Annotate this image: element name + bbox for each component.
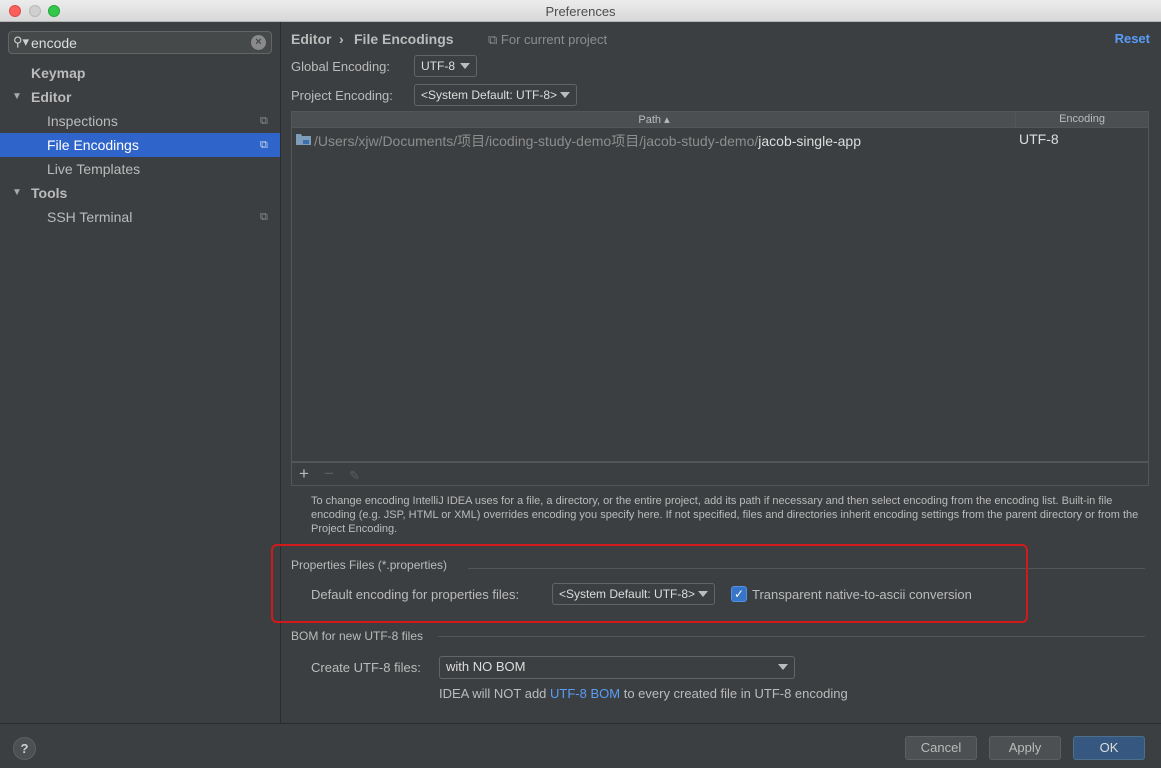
sidebar-item-label: Live Templates: [47, 161, 141, 177]
chevron-down-icon: [698, 591, 708, 597]
sidebar-item-file-encodings[interactable]: File Encodings ⧉: [0, 133, 280, 157]
sidebar-item-inspections[interactable]: Inspections ⧉: [0, 109, 280, 133]
group-divider: [438, 636, 1145, 637]
properties-group-title: Properties Files (*.properties): [291, 558, 448, 572]
encoding-help-text: To change encoding IntelliJ IDEA uses fo…: [311, 495, 1139, 535]
sidebar-item-tools[interactable]: ▼ Tools: [0, 181, 280, 205]
sidebar-item-label: Keymap: [31, 65, 86, 81]
sidebar-item-label: Tools: [31, 185, 68, 201]
project-encoding-value: <System Default: UTF-8>: [421, 88, 558, 102]
reset-link[interactable]: Reset: [1115, 31, 1150, 46]
group-divider: [468, 568, 1145, 569]
edit-icon[interactable]: ✎: [349, 467, 360, 485]
settings-sidebar: ⚲▾ × Keymap ▼ Editor Inspections ⧉ File …: [0, 22, 281, 723]
properties-encoding-value: <System Default: UTF-8>: [559, 587, 696, 601]
window-title: Preferences: [545, 4, 616, 19]
native-to-ascii-checkbox[interactable]: ✓: [731, 586, 747, 602]
global-encoding-label: Global Encoding:: [291, 59, 391, 74]
properties-encoding-select[interactable]: <System Default: UTF-8>: [552, 583, 715, 605]
sidebar-item-editor[interactable]: ▼ Editor: [0, 85, 280, 109]
sidebar-item-label: SSH Terminal: [47, 209, 133, 225]
project-scope-icon: ⧉: [260, 115, 268, 127]
table-row[interactable]: /Users/xjw/Documents/项目/icoding-study-de…: [292, 129, 1148, 149]
for-current-project-label: For current project: [500, 32, 608, 47]
project-encoding-select[interactable]: <System Default: UTF-8>: [414, 84, 577, 106]
module-folder-icon: [296, 134, 311, 145]
clear-search-icon[interactable]: ×: [251, 35, 266, 50]
sidebar-item-live-templates[interactable]: Live Templates: [0, 157, 280, 181]
row-path: /Users/xjw/Documents/项目/icoding-study-de…: [314, 131, 861, 151]
for-current-project-note: ⧉ For current project: [488, 32, 607, 48]
properties-default-label: Default encoding for properties files:: [311, 587, 520, 602]
row-encoding[interactable]: UTF-8: [1019, 131, 1059, 147]
utf8-bom-link[interactable]: UTF-8 BOM: [550, 686, 620, 701]
settings-main-panel: Editor › File Encodings ⧉ For current pr…: [282, 22, 1161, 723]
encoding-mappings-table: Path ▴ Encoding /Users/xjw/Documents/项目/…: [291, 111, 1149, 462]
bom-note-suffix: to every created file in UTF-8 encoding: [620, 686, 848, 701]
row-path-prefix: /Users/xjw/Documents/项目/icoding-study-de…: [314, 133, 759, 149]
search-icon[interactable]: ⚲▾: [13, 34, 29, 50]
breadcrumb-parent[interactable]: Editor: [291, 31, 331, 47]
project-scope-icon: ⧉: [260, 211, 268, 223]
chevron-down-icon: [778, 664, 788, 670]
cancel-button[interactable]: Cancel: [905, 736, 977, 760]
chevron-down-icon: [460, 63, 470, 69]
native-to-ascii-label[interactable]: Transparent native-to-ascii conversion: [752, 587, 972, 602]
sidebar-item-ssh-terminal[interactable]: SSH Terminal ⧉: [0, 205, 280, 229]
expand-arrow-icon[interactable]: ▼: [12, 181, 22, 205]
breadcrumb-separator: ›: [339, 31, 344, 47]
sidebar-item-label: Editor: [31, 89, 72, 105]
create-utf8-value: with NO BOM: [446, 659, 526, 674]
bom-note-prefix: IDEA will NOT add: [439, 686, 551, 701]
project-scope-icon: ⧉: [260, 139, 268, 151]
create-utf8-label: Create UTF-8 files:: [311, 660, 421, 675]
column-header-path[interactable]: Path ▴: [292, 113, 1016, 126]
page-title: File Encodings: [354, 31, 454, 47]
sidebar-item-label: Inspections: [47, 113, 118, 129]
table-header: Path ▴ Encoding: [292, 112, 1148, 128]
search-input[interactable]: [31, 34, 241, 51]
apply-button[interactable]: Apply: [989, 736, 1061, 760]
project-encoding-label: Project Encoding:: [291, 88, 393, 103]
sidebar-item-label: File Encodings: [47, 137, 139, 153]
help-button[interactable]: ?: [13, 737, 36, 760]
row-path-name: jacob-single-app: [758, 133, 861, 149]
ok-button[interactable]: OK: [1073, 736, 1145, 760]
column-header-encoding[interactable]: Encoding: [1016, 113, 1148, 125]
global-encoding-value: UTF-8: [421, 59, 455, 73]
remove-icon[interactable]: −: [324, 465, 334, 483]
project-scope-icon: ⧉: [488, 32, 501, 47]
dialog-footer: ? Cancel Apply OK: [0, 723, 1161, 768]
bom-group-title: BOM for new UTF-8 files: [291, 629, 424, 643]
create-utf8-select[interactable]: with NO BOM: [439, 656, 795, 679]
table-toolbar: + − ✎: [291, 462, 1149, 486]
sidebar-item-keymap[interactable]: Keymap: [0, 61, 280, 85]
window-titlebar: Preferences: [0, 0, 1161, 22]
settings-search[interactable]: ⚲▾ ×: [8, 31, 272, 54]
bom-note: IDEA will NOT add UTF-8 BOM to every cre…: [439, 686, 848, 701]
expand-arrow-icon[interactable]: ▼: [12, 85, 22, 109]
chevron-down-icon: [560, 92, 570, 98]
global-encoding-select[interactable]: UTF-8: [414, 55, 477, 77]
add-icon[interactable]: +: [299, 465, 309, 483]
